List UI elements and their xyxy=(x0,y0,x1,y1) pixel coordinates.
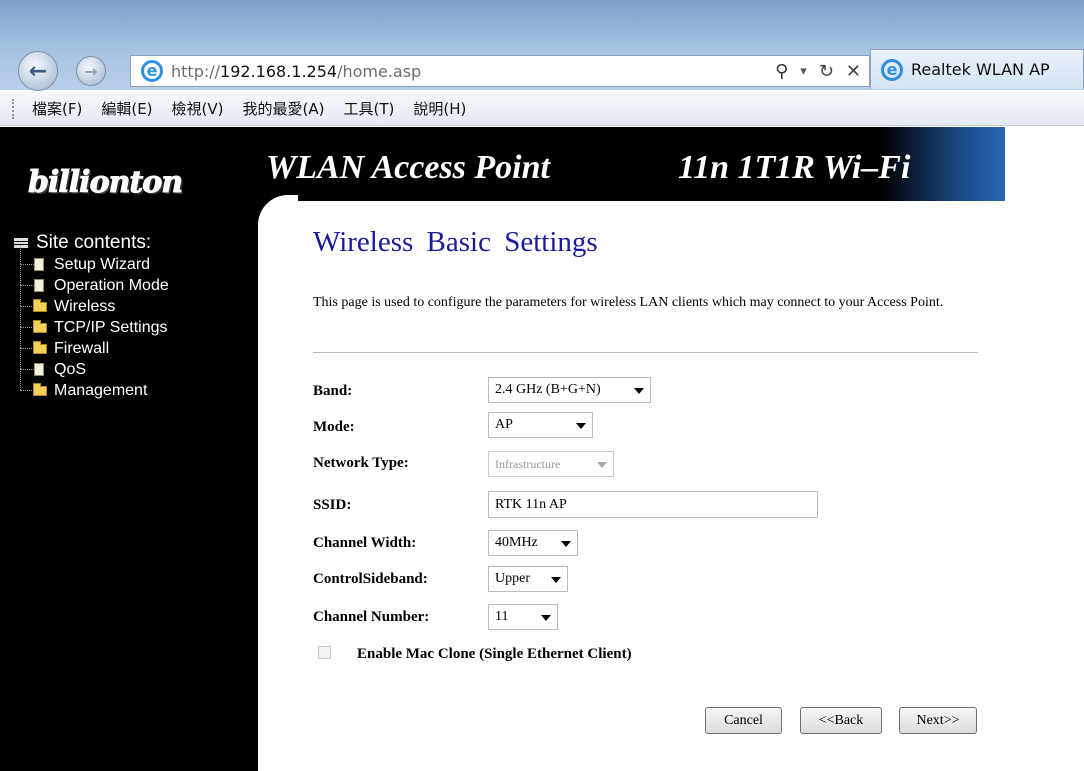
mode-select[interactable]: AP xyxy=(488,412,593,438)
ssid-input[interactable]: RTK 11n AP xyxy=(488,491,818,518)
menu-view[interactable]: 檢視(V) xyxy=(172,98,224,119)
url-host: 192.168.1.254 xyxy=(220,61,338,81)
document-icon xyxy=(34,258,44,271)
sidebar-item-tcpip-settings[interactable]: TCP/IP Settings xyxy=(14,306,169,338)
refresh-icon[interactable]: ↻ xyxy=(819,61,834,82)
back-button[interactable]: <<Back xyxy=(800,707,882,734)
next-button[interactable]: Next>> xyxy=(899,707,977,734)
control-sideband-value: Upper xyxy=(495,571,530,586)
sidebar-item-qos[interactable]: QoS xyxy=(14,348,169,380)
sidebar-item-operation-mode[interactable]: Operation Mode xyxy=(14,264,169,296)
channel-width-select[interactable]: 40MHz xyxy=(488,530,578,556)
mode-value: AP xyxy=(495,417,513,432)
document-icon xyxy=(34,363,44,376)
mode-label: Mode: xyxy=(313,419,355,435)
browser-forward-button[interactable]: → xyxy=(76,56,106,86)
channel-width-label: Channel Width: xyxy=(313,535,417,551)
menu-file[interactable]: 檔案(F) xyxy=(32,98,82,119)
sidebar-item-management[interactable]: Management xyxy=(14,369,169,401)
menu-help[interactable]: 說明(H) xyxy=(413,98,466,119)
sidebar-item-firewall[interactable]: Firewall xyxy=(14,327,169,359)
chevron-down-icon xyxy=(561,541,571,547)
channel-number-select[interactable]: 11 xyxy=(488,604,558,630)
network-type-select[interactable]: Infrastructure xyxy=(488,451,614,477)
chevron-down-icon xyxy=(551,577,561,583)
channel-width-value: 40MHz xyxy=(495,535,538,550)
mac-clone-checkbox[interactable] xyxy=(318,646,331,659)
site-tree: Site contents: Setup Wizard Operation Mo… xyxy=(14,232,169,401)
mac-clone-label: Enable Mac Clone (Single Ethernet Client… xyxy=(357,646,632,662)
menu-bar: 檔案(F) 編輯(E) 檢視(V) 我的最愛(A) 工具(T) 說明(H) xyxy=(0,91,1084,126)
ie-page-icon: e xyxy=(141,60,163,82)
browser-tab[interactable]: e Realtek WLAN AP xyxy=(870,49,1084,89)
toolbar-grip xyxy=(12,99,16,119)
sidebar-item-wireless[interactable]: Wireless xyxy=(14,285,169,317)
chevron-down-icon xyxy=(576,423,586,429)
banner-title: WLAN Access Point xyxy=(266,149,550,186)
sidebar-item-setup-wizard[interactable]: Setup Wizard xyxy=(14,243,169,275)
network-type-value: Infrastructure xyxy=(495,456,561,471)
menu-favorites[interactable]: 我的最愛(A) xyxy=(243,98,325,119)
url-prefix: http:// xyxy=(171,61,221,81)
cancel-button[interactable]: Cancel xyxy=(705,707,782,734)
tree-root: Site contents: xyxy=(14,232,169,254)
tree-root-label: Site contents: xyxy=(36,232,152,253)
network-type-label: Network Type: xyxy=(313,455,409,471)
sidebar: billionton Site contents: Setup Wizard O… xyxy=(0,127,258,771)
browser-back-button[interactable]: ← xyxy=(18,51,58,91)
forward-arrow-icon: → xyxy=(84,61,98,81)
control-sideband-label: ControlSideband: xyxy=(313,571,428,587)
search-icon[interactable]: ⚲ xyxy=(775,61,788,82)
band-value: 2.4 GHz (B+G+N) xyxy=(495,382,601,397)
control-sideband-select[interactable]: Upper xyxy=(488,566,568,592)
banner-subtitle: 11n 1T1R Wi–Fi xyxy=(678,149,911,186)
chevron-down-icon xyxy=(634,388,644,394)
band-select[interactable]: 2.4 GHz (B+G+N) xyxy=(488,377,651,403)
folder-icon xyxy=(33,383,47,396)
tree-root-icon xyxy=(14,238,28,248)
channel-number-label: Channel Number: xyxy=(313,609,430,625)
ie-tab-icon: e xyxy=(881,58,903,81)
folder-icon xyxy=(33,299,47,312)
url-path: /home.asp xyxy=(337,61,422,81)
chevron-down-icon xyxy=(597,462,607,468)
menu-edit[interactable]: 編輯(E) xyxy=(101,98,152,119)
chevron-down-icon xyxy=(541,615,551,621)
page-description: This page is used to configure the param… xyxy=(313,295,944,310)
folder-icon xyxy=(33,320,47,333)
address-bar[interactable]: e http://192.168.1.254/home.asp ⚲ ▾ ↻ ✕ xyxy=(130,55,870,87)
document-icon xyxy=(34,279,44,292)
back-arrow-icon: ← xyxy=(28,58,48,84)
billionton-logo: billionton xyxy=(27,165,183,201)
tab-title: Realtek WLAN AP xyxy=(911,60,1050,79)
folder-icon xyxy=(33,341,47,354)
banner-corner xyxy=(258,195,298,225)
channel-number-value: 11 xyxy=(495,609,509,624)
ssid-value: RTK 11n AP xyxy=(495,496,567,512)
ssid-label: SSID: xyxy=(313,497,352,513)
stop-icon[interactable]: ✕ xyxy=(846,61,861,82)
band-label: Band: xyxy=(313,383,353,399)
menu-tools[interactable]: 工具(T) xyxy=(343,98,394,119)
dropdown-icon[interactable]: ▾ xyxy=(800,64,807,79)
page-title: Wireless Basic Settings xyxy=(313,226,598,258)
divider xyxy=(313,352,978,353)
